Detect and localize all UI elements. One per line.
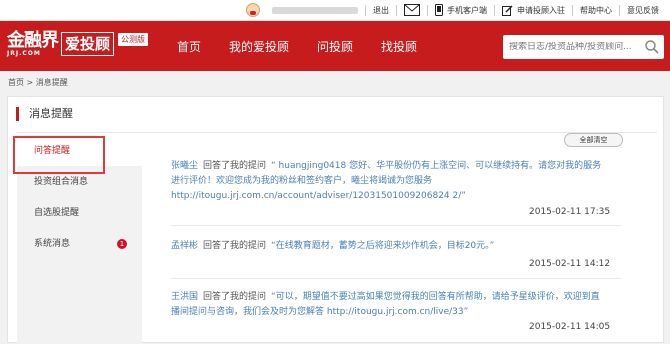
apply-advisor-label: 申请投顾入驻	[517, 5, 565, 15]
advisor-name-link[interactable]: 孟祥彬	[171, 241, 198, 251]
search-icon[interactable]	[645, 40, 659, 54]
nav-find-advisor[interactable]: 找投顾	[381, 38, 417, 55]
unread-count-badge: 1	[117, 239, 127, 249]
page-title: 消息提醒	[16, 107, 73, 121]
nav-ask-advisor[interactable]: 问投顾	[317, 38, 353, 55]
search-input[interactable]	[509, 42, 641, 52]
main-nav: 首页 我的爱投顾 问投顾 找投顾	[177, 21, 445, 71]
selection-highlight-box	[13, 136, 105, 174]
message-item: 王洪国 回答了我的提问 “可以，期望值不要过高如果您觉得我的回答有所帮助，请给予星级…	[171, 290, 603, 320]
envelope-icon	[404, 4, 420, 16]
beta-badge: 公测版	[118, 33, 149, 46]
clear-all-button[interactable]: 全部清空	[564, 133, 623, 147]
top-utility-bar: 退出 手机客户端 申请投顾入驻 帮助中心 意见反馈	[0, 0, 670, 21]
message-verb: 回答了我的提问	[203, 161, 267, 171]
sidebar-item-label: 投资组合消息	[34, 177, 89, 187]
mobile-client-label: 手机客户端	[447, 5, 487, 15]
sidebar-item-watchlist[interactable]: 自选股提醒	[17, 198, 142, 228]
message-time: 2015-02-11 14:12	[529, 259, 611, 269]
product-name: 爱投顾	[61, 32, 115, 56]
user-info[interactable]	[239, 0, 365, 21]
logout-link[interactable]: 退出	[366, 0, 396, 21]
username-redacted	[272, 6, 358, 14]
message-verb: 回答了我的提问	[203, 241, 267, 251]
feedback-label: 意见反馈	[627, 5, 659, 15]
breadcrumb: 首页 > 消息提醒	[8, 78, 68, 87]
message-item: 孟祥彬 回答了我的提问 “在线教育题材，蓄势之后将迎来炒作机会，目标20元。”	[171, 239, 621, 254]
mobile-client-link[interactable]: 手机客户端	[428, 0, 494, 21]
advisor-name-link[interactable]: 张曦尘	[171, 161, 198, 171]
sidebar-item-system[interactable]: 系统消息 1	[17, 229, 142, 259]
jrj-logo: 金融界 JRJ.COM	[7, 30, 59, 58]
phone-icon	[435, 4, 443, 16]
message-divider	[171, 278, 621, 279]
edit-icon	[502, 4, 513, 16]
logout-label: 退出	[373, 5, 389, 15]
nav-my-aitougu[interactable]: 我的爱投顾	[229, 38, 289, 55]
message-time: 2015-02-11 14:05	[529, 322, 611, 332]
sidebar-item-label: 系统消息	[34, 239, 71, 249]
nav-home[interactable]: 首页	[177, 38, 201, 55]
feedback-link[interactable]: 意见反馈	[620, 0, 666, 21]
sidebar-item-label: 自选股提醒	[34, 208, 80, 218]
logo-domain: JRJ.COM	[7, 50, 41, 57]
help-center-link[interactable]: 帮助中心	[573, 0, 619, 21]
logo-text: 金融界	[7, 30, 59, 51]
message-time: 2015-02-11 17:35	[529, 207, 611, 217]
advisor-name-link[interactable]: 王洪国	[171, 292, 198, 302]
mail-button[interactable]	[397, 0, 427, 21]
site-logo[interactable]: 金融界 JRJ.COM 爱投顾 公测版	[7, 30, 149, 58]
message-text-link[interactable]: “在线教育题材，蓄势之后将迎来炒作机会，目标20元。”	[271, 241, 494, 251]
title-divider	[17, 132, 657, 133]
message-item: 张曦尘 回答了我的提问 “ huangjing0418 您好、华平股份仍有上涨空间、…	[171, 159, 603, 204]
help-center-label: 帮助中心	[580, 5, 612, 15]
apply-advisor-link[interactable]: 申请投顾入驻	[495, 0, 572, 21]
message-verb: 回答了我的提问	[203, 292, 267, 302]
message-panel: 消息提醒 问答提醒 投资组合消息 自选股提醒 系统消息 1 全部清空 张曦尘 回答…	[7, 96, 664, 344]
user-avatar	[246, 3, 260, 17]
search-box	[503, 35, 664, 59]
message-divider	[171, 225, 621, 226]
